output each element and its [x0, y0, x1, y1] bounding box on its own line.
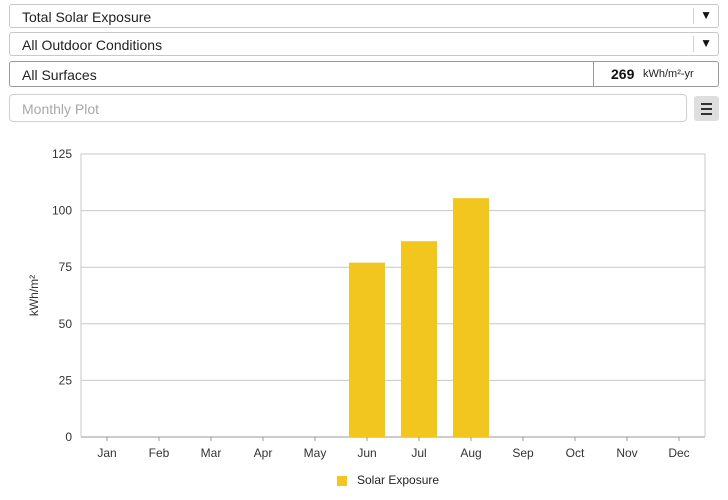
x-tick-label: Mar — [201, 446, 222, 460]
x-tick-label: Dec — [668, 446, 689, 460]
surface-label: All Surfaces — [22, 67, 97, 83]
y-axis-label: kWh/m² — [27, 275, 41, 316]
surface-total-value: 269 — [611, 66, 635, 82]
x-tick-label: Aug — [460, 446, 481, 460]
y-tick-label: 50 — [59, 317, 73, 331]
metric-select[interactable]: Total Solar Exposure ▼ — [9, 4, 719, 28]
y-tick-label: 0 — [65, 430, 72, 444]
bar-jun — [349, 262, 385, 437]
x-tick-label: May — [304, 446, 327, 460]
metric-select-value: Total Solar Exposure — [22, 9, 152, 25]
plot-type-select[interactable]: Monthly Plot — [9, 94, 687, 122]
x-tick-label: Apr — [254, 446, 273, 460]
bar-jul — [401, 241, 437, 437]
x-tick-label: Jun — [357, 446, 376, 460]
surface-total-unit: kWh/m²-yr — [643, 68, 694, 80]
x-tick-label: Oct — [566, 446, 585, 460]
x-tick-label: Jul — [411, 446, 426, 460]
bar-aug — [453, 198, 489, 437]
plot-type-placeholder: Monthly Plot — [22, 101, 100, 117]
legend-swatch — [337, 476, 347, 486]
chevron-down-icon[interactable]: ▼ — [693, 8, 712, 24]
legend-label: Solar Exposure — [357, 473, 440, 487]
y-tick-label: 25 — [59, 373, 73, 387]
x-tick-label: Sep — [512, 446, 534, 460]
y-tick-label: 75 — [59, 260, 73, 274]
surface-selector[interactable]: All Surfaces 269 kWh/m²-yr — [9, 61, 719, 87]
x-tick-label: Jan — [97, 446, 116, 460]
y-tick-label: 125 — [52, 147, 72, 161]
hamburger-menu-icon[interactable] — [694, 96, 719, 121]
monthly-bar-chart: 0 25 50 75 100 125 kWh/m² Jan Feb Mar Apr May Jun Jul… — [27, 147, 706, 460]
x-tick-label: Feb — [149, 446, 170, 460]
condition-select-value: All Outdoor Conditions — [22, 37, 163, 53]
surface-total-box: 269 kWh/m²-yr — [593, 62, 718, 86]
y-tick-label: 100 — [52, 204, 72, 218]
x-tick-label: Nov — [616, 446, 637, 460]
condition-select[interactable]: All Outdoor Conditions ▼ — [9, 32, 719, 56]
chevron-down-icon[interactable]: ▼ — [693, 36, 712, 52]
